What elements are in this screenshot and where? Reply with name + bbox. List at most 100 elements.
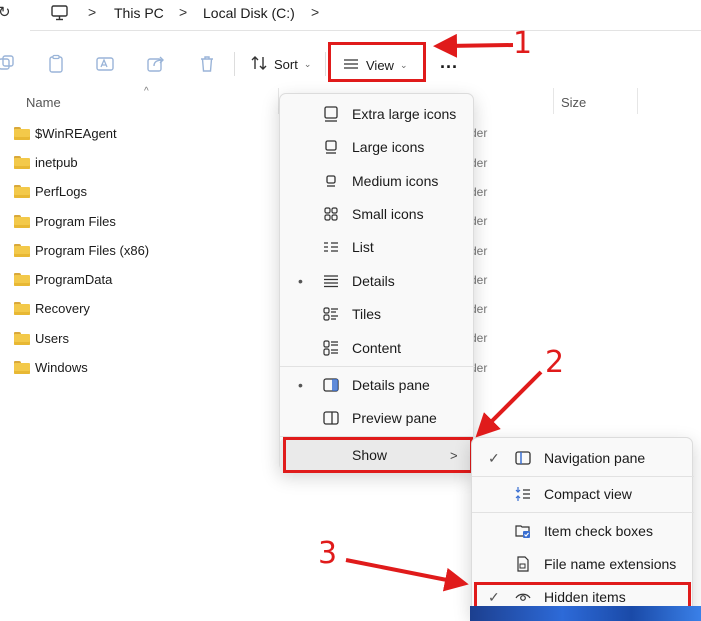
menu-item-item-check-boxes[interactable]: Item check boxes — [472, 515, 694, 547]
folder-icon — [14, 243, 30, 257]
list-item[interactable]: Program Files — [14, 211, 116, 231]
menu-item-navigation-pane[interactable]: ✓ Navigation pane — [472, 442, 694, 474]
details-icon — [322, 272, 340, 290]
menu-item-extra-large-icons[interactable]: Extra large icons — [280, 98, 475, 130]
small-icons-icon — [322, 205, 340, 223]
list-item[interactable]: Users — [14, 328, 69, 348]
menu-item-label: Details pane — [352, 377, 430, 393]
menu-item-label: Preview pane — [352, 410, 437, 426]
delete-icon[interactable] — [197, 54, 217, 74]
menu-item-label: Small icons — [352, 206, 424, 222]
menu-item-compact-view[interactable]: Compact view — [472, 478, 694, 510]
folder-icon — [14, 214, 30, 228]
breadcrumb-separator-icon[interactable]: > — [311, 4, 319, 20]
column-divider[interactable] — [553, 88, 554, 114]
column-size-header[interactable]: Size — [561, 95, 586, 110]
file-name: ProgramData — [35, 271, 113, 287]
copy-icon[interactable] — [46, 54, 66, 74]
content-icon — [322, 339, 340, 357]
breadcrumb-this-pc[interactable]: This PC — [114, 5, 164, 21]
list-item[interactable]: inetpub — [14, 152, 78, 172]
arrow-2-icon — [475, 370, 543, 438]
medium-icons-icon — [322, 172, 340, 190]
file-name: PerfLogs — [35, 183, 88, 199]
sort-icon — [250, 55, 268, 74]
compact-view-icon — [514, 485, 532, 503]
desktop-wallpaper-strip — [470, 606, 701, 621]
chevron-down-icon: ⌄ — [303, 58, 312, 69]
toolbar-divider — [325, 52, 326, 76]
check-icon: ✓ — [488, 449, 500, 466]
cut-icon[interactable] — [0, 54, 16, 74]
extra-large-icons-icon — [322, 105, 340, 123]
selected-bullet-icon: • — [298, 377, 303, 393]
menu-item-tiles[interactable]: Tiles — [280, 298, 475, 330]
menu-item-label: List — [352, 239, 374, 255]
list-item[interactable]: Program Files (x86) — [14, 240, 149, 260]
tiles-icon — [322, 305, 340, 323]
menu-item-label: Content — [352, 340, 402, 356]
menu-item-content[interactable]: Content — [280, 332, 475, 364]
menu-item-label: Navigation pane — [544, 450, 646, 466]
folder-icon — [14, 301, 30, 315]
arrow-3-icon — [345, 558, 469, 592]
folder-icon — [14, 126, 30, 140]
file-name: $WinREAgent — [35, 125, 117, 141]
preview-pane-icon — [322, 409, 340, 427]
menu-item-details-pane[interactable]: • Details pane — [280, 369, 475, 401]
list-item[interactable]: Recovery — [14, 298, 90, 318]
menu-item-details[interactable]: • Details — [280, 265, 475, 297]
toolbar-divider — [234, 52, 235, 76]
file-name-extensions-icon — [514, 555, 532, 573]
menu-divider — [280, 366, 475, 367]
annotation-number-3: 3 — [318, 536, 338, 571]
folder-icon — [14, 184, 30, 198]
folder-icon — [14, 155, 30, 169]
sort-label: Sort — [274, 56, 298, 72]
sort-button[interactable]: Sort ⌄ — [250, 52, 311, 76]
menu-item-medium-icons[interactable]: Medium icons — [280, 165, 475, 197]
breadcrumb-separator-icon[interactable]: > — [88, 4, 96, 20]
list-icon — [322, 238, 340, 256]
refresh-icon[interactable]: ↻ — [0, 3, 11, 21]
list-item[interactable]: Windows — [14, 357, 88, 377]
item-check-boxes-icon — [514, 522, 532, 540]
file-name: Users — [35, 330, 69, 346]
list-item[interactable]: ProgramData — [14, 269, 112, 289]
folder-icon — [14, 331, 30, 345]
file-name: inetpub — [35, 154, 78, 170]
list-item[interactable]: PerfLogs — [14, 181, 87, 201]
list-item[interactable]: $WinREAgent — [14, 123, 117, 143]
menu-item-label: Item check boxes — [544, 523, 653, 539]
selected-bullet-icon: • — [298, 273, 303, 289]
menu-item-file-name-extensions[interactable]: File name extensions — [472, 548, 694, 580]
breadcrumb-local-disk[interactable]: Local Disk (C:) — [203, 5, 295, 21]
view-menu: Extra large icons Large icons Medium ico… — [279, 93, 475, 471]
large-icons-icon — [322, 138, 340, 156]
folder-icon — [14, 360, 30, 374]
share-icon[interactable] — [146, 54, 166, 74]
annotation-number-1: 1 — [513, 26, 533, 61]
menu-item-label: Tiles — [352, 306, 382, 322]
menu-item-label: Large icons — [352, 139, 425, 155]
file-name: Program Files — [35, 213, 116, 229]
more-options-button[interactable]: ... — [440, 52, 458, 73]
menu-item-label: File name extensions — [544, 556, 677, 572]
menu-divider — [472, 512, 694, 513]
menu-item-label: Extra large icons — [352, 106, 457, 122]
details-pane-icon — [322, 376, 340, 394]
menu-item-preview-pane[interactable]: Preview pane — [280, 402, 475, 434]
address-divider — [30, 30, 701, 31]
annotation-number-2: 2 — [545, 345, 565, 380]
menu-item-large-icons[interactable]: Large icons — [280, 131, 475, 163]
sort-ascending-icon: ^ — [144, 86, 149, 97]
column-divider[interactable] — [637, 88, 638, 114]
view-highlight-box — [328, 42, 426, 82]
column-name-header[interactable]: Name — [26, 95, 61, 110]
rename-icon[interactable] — [95, 54, 115, 74]
breadcrumb-separator-icon[interactable]: > — [179, 4, 187, 20]
menu-item-small-icons[interactable]: Small icons — [280, 198, 475, 230]
this-pc-icon[interactable] — [50, 4, 70, 25]
menu-item-list[interactable]: List — [280, 231, 475, 263]
navigation-pane-icon — [514, 449, 532, 467]
